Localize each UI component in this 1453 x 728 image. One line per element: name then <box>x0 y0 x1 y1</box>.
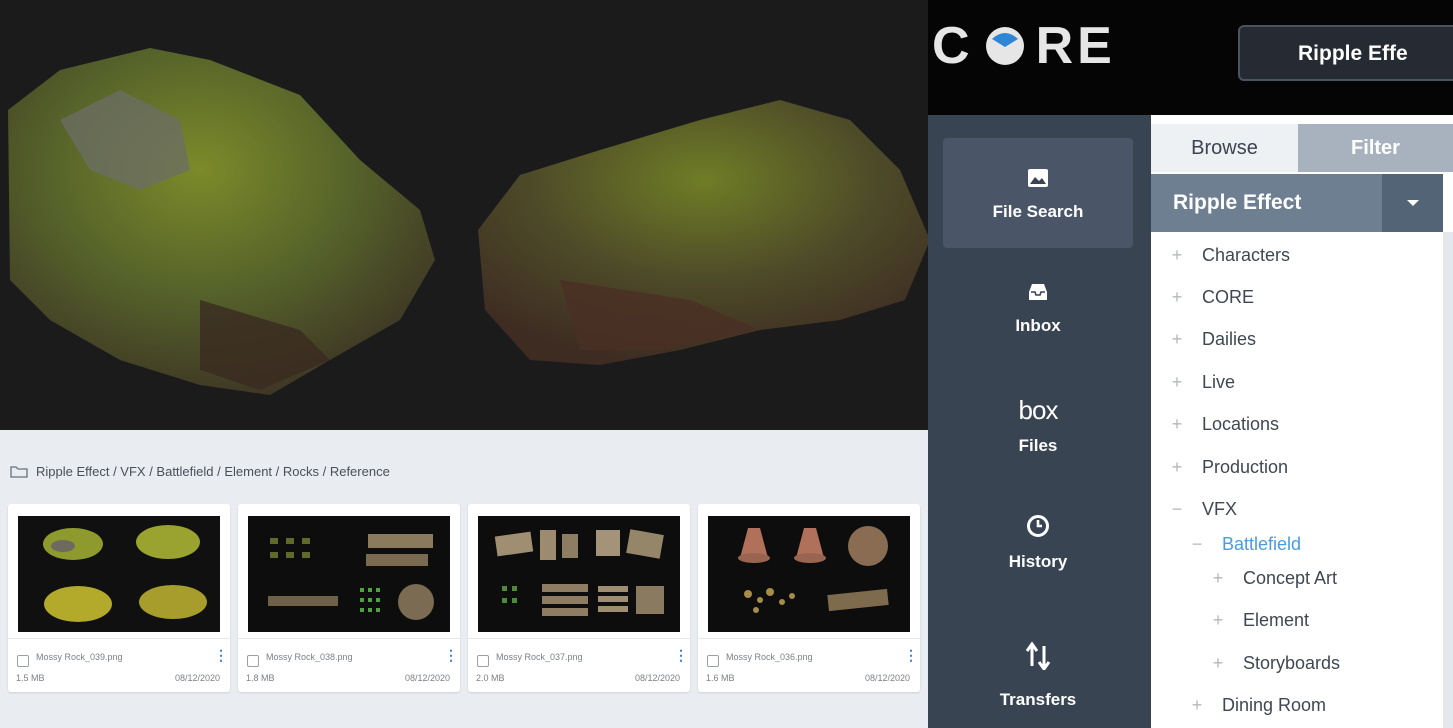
nav-label: Files <box>1018 436 1058 455</box>
folder-icon <box>10 465 28 478</box>
nav-label: Transfers <box>999 690 1077 709</box>
expand-icon[interactable]: + <box>1170 287 1184 308</box>
expand-icon[interactable]: + <box>1211 568 1225 589</box>
tree-item-label: Locations <box>1202 413 1280 434</box>
file-card[interactable]: Mossy Rock_038.png ⋮ 1.8 MB 08/12/2020 <box>238 504 460 692</box>
nav-label: History <box>1008 552 1068 571</box>
nav-transfers[interactable]: Transfers <box>943 640 1133 724</box>
tree-item-concept-art[interactable]: + Concept Art <box>1211 563 1337 593</box>
box-logo: box <box>1018 395 1059 425</box>
file-name: Mossy Rock_039.png <box>36 652 123 662</box>
tree-item-characters[interactable]: + Characters <box>1170 240 1290 270</box>
more-options-icon[interactable]: ⋮ <box>214 647 228 663</box>
project-dropdown-button[interactable] <box>1382 174 1443 232</box>
file-name: Mossy Rock_036.png <box>726 652 813 662</box>
collapse-icon[interactable]: − <box>1170 499 1184 520</box>
tree-item-live[interactable]: + Live <box>1170 367 1235 397</box>
file-thumbnail[interactable] <box>248 516 450 632</box>
tree-item-label: Element <box>1243 609 1310 630</box>
nav-file-search[interactable]: File Search <box>943 138 1133 248</box>
file-card[interactable]: Mossy Rock_036.png ⋮ 1.6 MB 08/12/2020 <box>698 504 920 692</box>
tree-item-label: Dailies <box>1202 328 1257 349</box>
tree-item-battlefield[interactable]: − Battlefield <box>1190 529 1301 559</box>
image-icon <box>1028 169 1048 187</box>
core-logo: C RE <box>932 20 1116 72</box>
tab-filter[interactable]: Filter <box>1298 124 1453 172</box>
file-date: 08/12/2020 <box>864 673 910 683</box>
expand-icon[interactable]: + <box>1211 653 1225 674</box>
expand-icon[interactable]: + <box>1170 245 1184 266</box>
collapse-icon[interactable]: − <box>1190 534 1204 555</box>
expand-icon[interactable]: + <box>1170 329 1184 350</box>
file-size: 2.0 MB <box>476 673 505 683</box>
file-date: 08/12/2020 <box>174 673 220 683</box>
tree-item-label: Storyboards <box>1243 652 1341 673</box>
transfer-arrows-icon <box>1025 641 1051 670</box>
file-card[interactable]: Mossy Rock_037.png ⋮ 2.0 MB 08/12/2020 <box>468 504 690 692</box>
chevron-down-icon <box>1407 200 1419 206</box>
tab-browse[interactable]: Browse <box>1151 124 1298 172</box>
tree-item-production[interactable]: + Production <box>1170 452 1288 482</box>
file-checkbox[interactable] <box>707 655 719 667</box>
project-button-label: Ripple Effe <box>1298 42 1408 65</box>
tree-item-label: CORE <box>1202 286 1255 307</box>
tree-item-label: Battlefield <box>1222 533 1302 554</box>
file-name: Mossy Rock_038.png <box>266 652 353 662</box>
project-switch-button[interactable]: Ripple Effe <box>1238 25 1453 81</box>
tree-item-element[interactable]: + Element <box>1211 605 1309 635</box>
nav-label: Inbox <box>1015 316 1061 335</box>
nav-files[interactable]: box Files <box>943 396 1133 466</box>
tree-item-core[interactable]: + CORE <box>1170 282 1254 312</box>
file-size: 1.5 MB <box>16 673 45 683</box>
nav-inbox[interactable]: Inbox <box>943 282 1133 352</box>
breadcrumb-path[interactable]: Ripple Effect / VFX / Battlefield / Elem… <box>36 464 390 479</box>
tree-item-label: Concept Art <box>1243 567 1338 588</box>
tree-item-label: Dining Room <box>1222 694 1327 715</box>
expand-icon[interactable]: + <box>1170 457 1184 478</box>
expand-icon[interactable]: + <box>1190 695 1204 716</box>
project-select[interactable]: Ripple Effect <box>1151 174 1382 232</box>
logo-letter-c: C <box>932 17 974 75</box>
expand-icon[interactable]: + <box>1211 610 1225 631</box>
file-thumbnail[interactable] <box>18 516 220 632</box>
breadcrumb: Ripple Effect / VFX / Battlefield / Elem… <box>10 462 390 480</box>
expand-icon[interactable]: + <box>1170 414 1184 435</box>
file-size: 1.6 MB <box>706 673 735 683</box>
tree-item-vfx[interactable]: − VFX <box>1170 494 1237 524</box>
file-checkbox[interactable] <box>477 655 489 667</box>
tree-item-label: Characters <box>1202 244 1291 265</box>
file-date: 08/12/2020 <box>634 673 680 683</box>
tree-item-dining-room[interactable]: + Dining Room <box>1190 690 1326 720</box>
file-date: 08/12/2020 <box>404 673 450 683</box>
logo-letters-re: RE <box>1035 17 1116 75</box>
nav-history[interactable]: History <box>943 514 1133 584</box>
inbox-icon <box>1029 284 1047 300</box>
tree-item-storyboards[interactable]: + Storyboards <box>1211 648 1340 678</box>
logo-ball-icon <box>985 27 1024 65</box>
clock-icon <box>1027 515 1049 537</box>
more-options-icon[interactable]: ⋮ <box>904 647 918 663</box>
file-card[interactable]: Mossy Rock_039.png ⋮ 1.5 MB 08/12/2020 <box>8 504 230 692</box>
file-thumbnail[interactable] <box>478 516 680 632</box>
tree-item-label: Live <box>1202 371 1236 392</box>
tree-item-label: VFX <box>1202 498 1238 519</box>
tree-item-label: Production <box>1202 456 1289 477</box>
more-options-icon[interactable]: ⋮ <box>674 647 688 663</box>
file-thumbnail[interactable] <box>708 516 910 632</box>
nav-label: File Search <box>992 202 1084 221</box>
file-name: Mossy Rock_037.png <box>496 652 583 662</box>
file-checkbox[interactable] <box>247 655 259 667</box>
asset-preview-image <box>0 0 928 430</box>
expand-icon[interactable]: + <box>1170 372 1184 393</box>
tree-scrollbar[interactable] <box>1443 232 1453 728</box>
file-checkbox[interactable] <box>17 655 29 667</box>
tree-item-locations[interactable]: + Locations <box>1170 409 1279 439</box>
file-size: 1.8 MB <box>246 673 275 683</box>
more-options-icon[interactable]: ⋮ <box>444 647 458 663</box>
tree-item-dailies[interactable]: + Dailies <box>1170 324 1256 354</box>
